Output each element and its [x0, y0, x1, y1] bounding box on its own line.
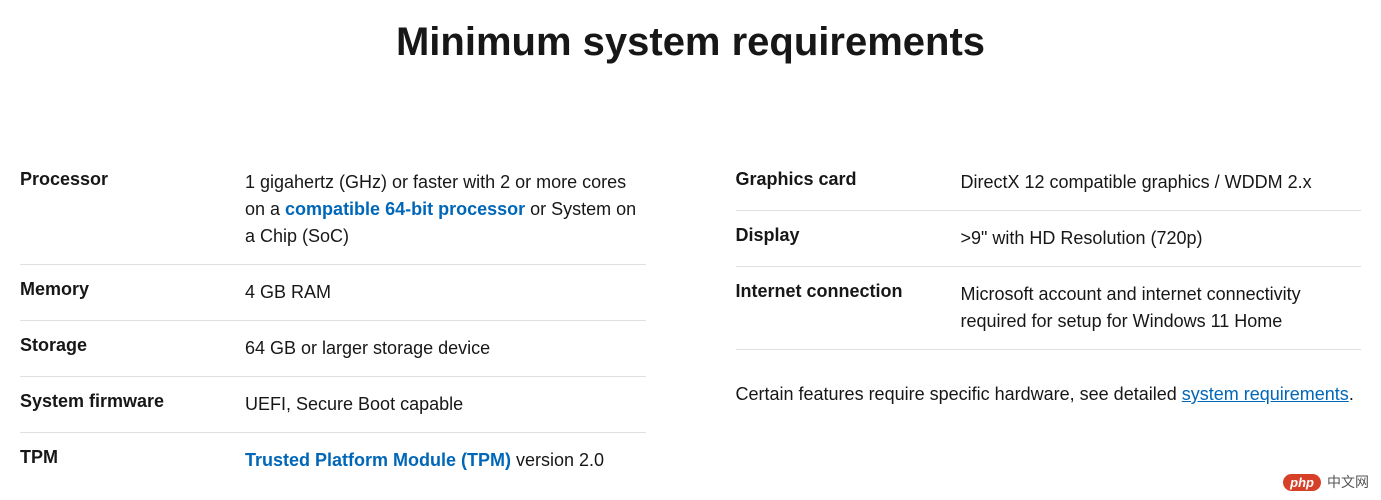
- spec-label: Display: [736, 225, 961, 246]
- spec-label: Memory: [20, 279, 245, 300]
- spec-value: 64 GB or larger storage device: [245, 335, 646, 362]
- page-title: Minimum system requirements: [15, 20, 1366, 65]
- spec-row-display: Display >9" with HD Resolution (720p): [736, 211, 1362, 267]
- spec-label: TPM: [20, 447, 245, 468]
- spec-value: DirectX 12 compatible graphics / WDDM 2.…: [961, 169, 1362, 196]
- spec-row-memory: Memory 4 GB RAM: [20, 265, 646, 321]
- left-column: Processor 1 gigahertz (GHz) or faster wi…: [20, 155, 646, 488]
- spec-row-internet: Internet connection Microsoft account an…: [736, 267, 1362, 350]
- note-text: Certain features require specific hardwa…: [736, 384, 1182, 404]
- footer-note: Certain features require specific hardwa…: [736, 350, 1362, 409]
- spec-value: UEFI, Secure Boot capable: [245, 391, 646, 418]
- system-requirements-link[interactable]: system requirements: [1182, 384, 1349, 404]
- spec-value: 4 GB RAM: [245, 279, 646, 306]
- note-text: .: [1349, 384, 1354, 404]
- spec-label: Internet connection: [736, 281, 961, 302]
- spec-label: Storage: [20, 335, 245, 356]
- php-badge-icon: php: [1283, 474, 1321, 491]
- spec-label: System firmware: [20, 391, 245, 412]
- spec-label: Processor: [20, 169, 245, 190]
- spec-row-storage: Storage 64 GB or larger storage device: [20, 321, 646, 377]
- spec-text: version 2.0: [511, 450, 604, 470]
- spec-value: Trusted Platform Module (TPM) version 2.…: [245, 447, 646, 474]
- spec-label: Graphics card: [736, 169, 961, 190]
- spec-value: >9" with HD Resolution (720p): [961, 225, 1362, 252]
- spec-row-processor: Processor 1 gigahertz (GHz) or faster wi…: [20, 155, 646, 265]
- specs-columns: Processor 1 gigahertz (GHz) or faster wi…: [15, 155, 1366, 488]
- spec-row-tpm: TPM Trusted Platform Module (TPM) versio…: [20, 433, 646, 488]
- watermark-text: 中文网: [1327, 472, 1369, 492]
- spec-value: 1 gigahertz (GHz) or faster with 2 or mo…: [245, 169, 646, 250]
- spec-value: Microsoft account and internet connectiv…: [961, 281, 1362, 335]
- processor-link[interactable]: compatible 64-bit processor: [285, 199, 525, 219]
- watermark: php 中文网: [1283, 472, 1369, 492]
- tpm-link[interactable]: Trusted Platform Module (TPM): [245, 450, 511, 470]
- right-column: Graphics card DirectX 12 compatible grap…: [736, 155, 1362, 488]
- spec-row-firmware: System firmware UEFI, Secure Boot capabl…: [20, 377, 646, 433]
- spec-row-graphics: Graphics card DirectX 12 compatible grap…: [736, 155, 1362, 211]
